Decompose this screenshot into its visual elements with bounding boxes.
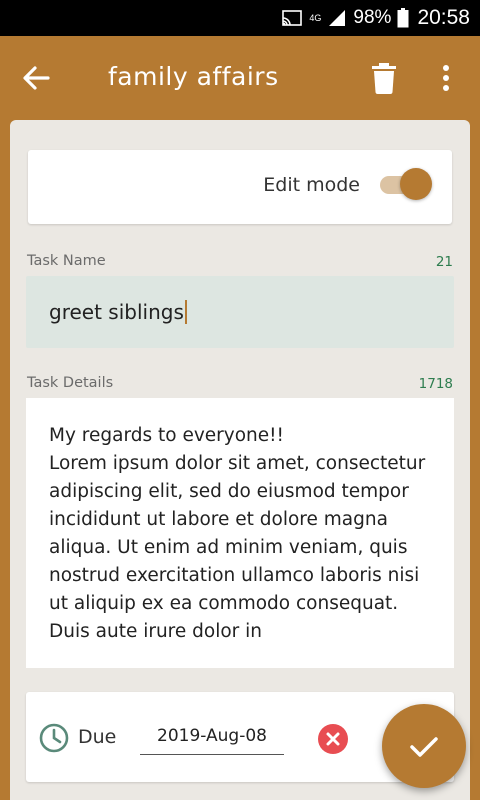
text-caret xyxy=(184,300,187,324)
toggle-thumb xyxy=(400,168,432,200)
clock-time: 20:58 xyxy=(417,6,470,29)
task-name-counter: 21 xyxy=(435,254,453,270)
task-name-value: greet siblings xyxy=(49,300,184,324)
status-bar: 4G 98% 20:58 xyxy=(0,0,480,36)
task-name-label: Task Name xyxy=(27,253,106,269)
task-details-field[interactable]: My regards to everyone!! Lorem ipsum dol… xyxy=(26,398,454,668)
page-title: family affairs xyxy=(108,62,279,91)
arrow-left-icon xyxy=(23,66,50,90)
save-fab-button[interactable] xyxy=(382,704,466,788)
delete-button[interactable] xyxy=(368,60,400,96)
task-name-field[interactable]: greet siblings xyxy=(26,276,454,348)
overflow-menu-button[interactable] xyxy=(432,60,460,96)
battery-percent: 98% xyxy=(353,7,392,28)
battery-icon xyxy=(397,8,409,28)
task-details-counter: 1718 xyxy=(418,376,453,392)
due-label: Due xyxy=(78,726,117,748)
trash-icon xyxy=(372,63,396,94)
clear-icon xyxy=(326,732,340,746)
due-date-input[interactable]: 2019-Aug-08 xyxy=(140,726,284,755)
edit-mode-label: Edit mode xyxy=(263,174,360,196)
clear-date-button[interactable] xyxy=(318,724,348,754)
more-vert-icon xyxy=(443,65,449,91)
task-details-label: Task Details xyxy=(27,375,114,391)
network-type-label: 4G xyxy=(309,12,322,23)
clock-icon xyxy=(39,723,69,753)
content-area: Edit mode Task Name 21 greet siblings Ta… xyxy=(10,120,470,800)
back-button[interactable] xyxy=(18,60,54,96)
task-details-value: My regards to everyone!! Lorem ipsum dol… xyxy=(49,425,426,642)
check-icon xyxy=(410,737,438,757)
app-bar: family affairs xyxy=(0,36,480,120)
signal-icon xyxy=(327,9,347,27)
edit-mode-card: Edit mode xyxy=(28,150,452,224)
cast-icon xyxy=(281,9,303,27)
edit-mode-toggle[interactable] xyxy=(380,168,432,200)
